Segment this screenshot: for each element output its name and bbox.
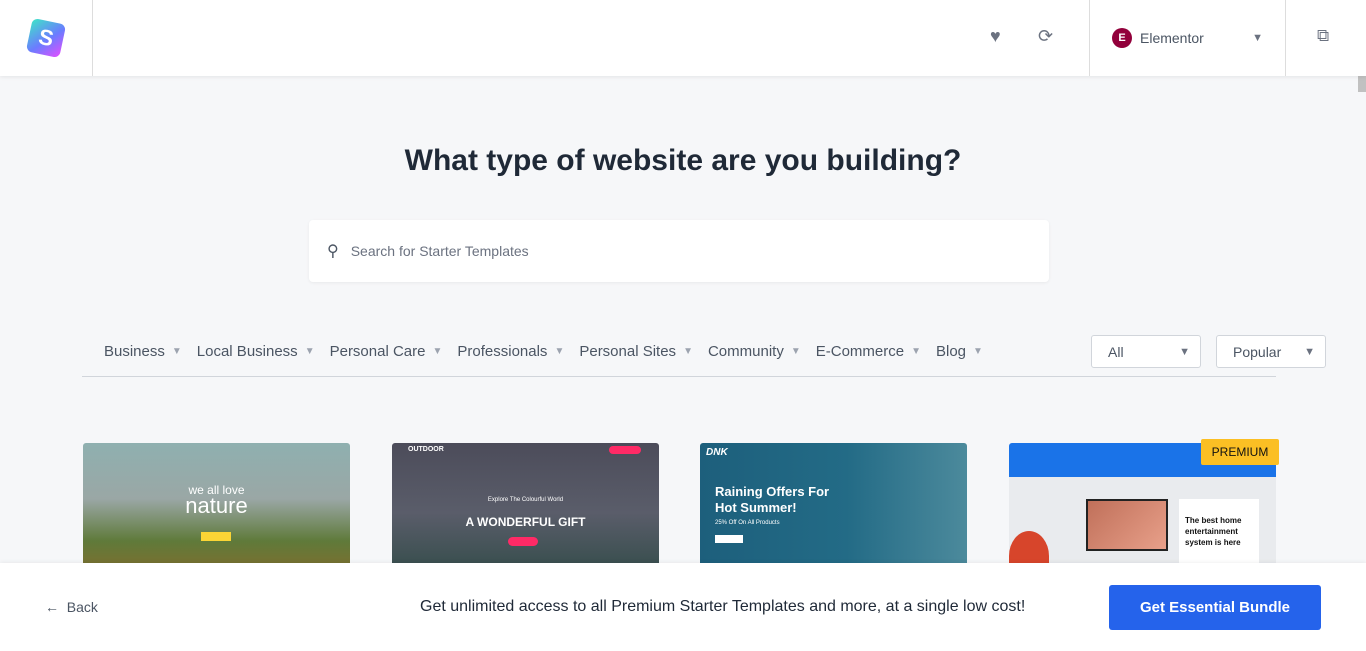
sync-icon[interactable]: ⟳ [1038,26,1053,47]
filter-local-business[interactable]: Local Business ▼ [197,343,330,360]
template-tagline: 25% Off On All Products [715,520,780,526]
filter-label: E-Commerce [815,343,905,360]
template-card-dnk[interactable]: DNK Raining Offers For Hot Summer! 25% O… [700,443,967,583]
chevron-down-icon: ▼ [171,346,182,357]
template-headline: A WONDERFUL GIFT [465,515,586,529]
filter-label: Blog [936,343,967,360]
promo-text: Get unlimited access to all Premium Star… [420,598,1026,615]
chevron-down-icon: ▼ [1304,345,1315,358]
template-nav-button [609,446,641,454]
filter-label: Business [104,343,165,360]
chevron-down-icon: ▼ [554,346,565,357]
scrollbar[interactable] [1358,76,1366,92]
template-headline: nature [185,493,248,518]
page-title: What type of website are you building? [404,144,962,177]
divider [82,376,1276,377]
template-brand: OUTDOOR [408,446,444,453]
sort-select[interactable]: Popular ▼ [1216,335,1326,368]
template-button [201,532,231,541]
search-icon: ⚲ [327,243,339,260]
search-box: ⚲ [309,220,1049,282]
filter-business[interactable]: Business ▼ [104,343,197,360]
chevron-down-icon: ▼ [432,346,443,357]
filter-label: Local Business [196,343,298,360]
get-essential-bundle-button[interactable]: Get Essential Bundle [1109,585,1321,630]
elementor-icon: E [1112,28,1132,48]
chevron-down-icon: ▼ [683,346,693,357]
chevron-down-icon: ▼ [973,346,983,357]
template-headline: The best home entertainment system is he… [1179,499,1259,569]
filter-professionals[interactable]: Professionals ▼ [457,343,579,360]
template-headline: Raining Offers For Hot Summer! [715,484,830,515]
type-select-value: All [1108,343,1124,360]
filter-label: Professionals [457,343,548,360]
template-card-nature[interactable]: we all love nature [83,443,350,583]
template-button [715,535,743,543]
filter-ecommerce[interactable]: E-Commerce ▼ [816,343,936,360]
filter-label: Community [707,343,784,360]
type-select[interactable]: All ▼ [1091,335,1201,368]
filter-label: Personal Sites [579,343,677,360]
heart-favorites-icon[interactable]: ♥ [990,26,1001,47]
sort-select-value: Popular [1233,343,1282,360]
chevron-down-icon: ▼ [1179,345,1190,358]
search-input[interactable] [350,243,1031,259]
header: S ♥ ⟳ E Elementor ▼ ⧉ [0,0,1366,76]
back-label: Back [66,599,98,615]
page-builder-select[interactable]: E Elementor ▼ [1089,0,1286,76]
chevron-down-icon: ▼ [911,346,921,357]
external-link-icon[interactable]: ⧉ [1317,26,1329,46]
builder-label: Elementor [1140,30,1204,46]
template-tagline: Explore The Colourful World [487,497,564,503]
logo[interactable]: S [0,0,93,76]
category-filters: Business ▼ Local Business ▼ Personal Care ▼… [104,343,998,360]
template-brand: DNK [706,447,728,458]
filter-community[interactable]: Community ▼ [708,343,816,360]
filter-personal-sites[interactable]: Personal Sites ▼ [579,343,708,360]
filter-personal-care[interactable]: Personal Care ▼ [330,343,458,360]
chevron-down-icon: ▼ [790,346,801,357]
arrow-left-icon: ← [45,599,59,615]
footer-bar: ← Back Get unlimited access to all Premi… [0,563,1366,651]
chevron-down-icon: ▼ [304,346,315,357]
template-card-outdoor[interactable]: OUTDOOR Explore The Colourful World A WO… [392,443,659,583]
filter-blog[interactable]: Blog ▼ [936,343,998,360]
premium-badge: PREMIUM [1201,439,1279,465]
starter-templates-logo-icon: S [25,17,67,59]
filter-label: Personal Care [329,343,426,360]
template-button [508,537,538,546]
chevron-down-icon: ▼ [1252,32,1263,44]
back-button[interactable]: ← Back [45,599,98,615]
